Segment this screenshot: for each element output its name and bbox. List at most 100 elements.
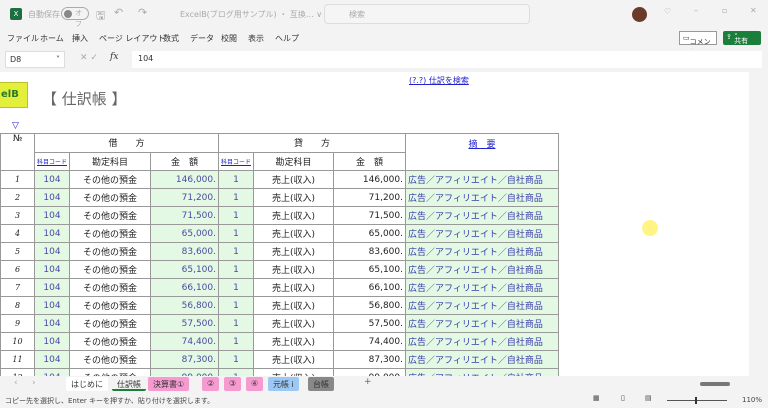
menu-help[interactable]: ヘルプ <box>275 33 299 44</box>
share-button[interactable]: ⇪ 共有 ˅ <box>723 31 761 45</box>
summary[interactable]: 広告／アフィリエイト／自社商品 <box>405 332 559 351</box>
zoom-level[interactable]: 110% <box>742 396 762 404</box>
debit-account[interactable]: その他の預金 <box>69 188 151 207</box>
credit-code[interactable]: 1 <box>218 260 254 279</box>
tab-scroll-left-icon[interactable]: ‹ <box>14 378 18 388</box>
cancel-icon[interactable]: ✕ ✓ <box>80 53 98 63</box>
debit-amount[interactable]: 66,100. <box>150 278 219 297</box>
close-icon[interactable]: ✕ <box>750 6 757 15</box>
credit-amount[interactable]: 99,000. <box>333 368 406 376</box>
credit-code[interactable]: 1 <box>218 296 254 315</box>
credit-account[interactable]: 売上(収入) <box>253 296 334 315</box>
header-credit-code[interactable]: 科目コード <box>218 151 254 171</box>
menu-file[interactable]: ファイル <box>7 33 39 44</box>
autosave-toggle[interactable]: オフ <box>61 7 89 28</box>
menu-formulas[interactable]: 数式 <box>163 33 179 44</box>
sheet-tab[interactable]: 元帳 i <box>268 377 299 391</box>
row-number[interactable]: 5 <box>0 242 35 261</box>
summary[interactable]: 広告／アフィリエイト／自社商品 <box>405 170 559 189</box>
credit-account[interactable]: 売上(収入) <box>253 206 334 225</box>
credit-account[interactable]: 売上(収入) <box>253 278 334 297</box>
page-break-icon[interactable]: ▤ <box>645 394 652 402</box>
debit-code[interactable]: 104 <box>34 188 70 207</box>
menu-data[interactable]: データ <box>190 33 214 44</box>
summary[interactable]: 広告／アフィリエイト／自社商品 <box>405 278 559 297</box>
credit-amount[interactable]: 83,600. <box>333 242 406 261</box>
header-summary[interactable]: 摘 要 <box>405 133 559 171</box>
page-layout-icon[interactable]: ▯ <box>621 394 625 402</box>
credit-account[interactable]: 売上(収入) <box>253 170 334 189</box>
debit-code[interactable]: 104 <box>34 170 70 189</box>
debit-account[interactable]: その他の預金 <box>69 206 151 225</box>
debit-amount[interactable]: 87,300. <box>150 350 219 369</box>
row-number[interactable]: 8 <box>0 296 35 315</box>
debit-amount[interactable]: 83,600. <box>150 242 219 261</box>
summary[interactable]: 広告／アフィリエイト／自社商品 <box>405 314 559 333</box>
summary[interactable]: 広告／アフィリエイト／自社商品 <box>405 350 559 369</box>
menu-view[interactable]: 表示 <box>248 33 264 44</box>
menu-review[interactable]: 校閲 <box>221 33 237 44</box>
credit-code[interactable]: 1 <box>218 278 254 297</box>
credit-account[interactable]: 売上(収入) <box>253 350 334 369</box>
row-number[interactable]: 6 <box>0 260 35 279</box>
tab-scroll-right-icon[interactable]: › <box>32 378 36 388</box>
debit-code[interactable]: 104 <box>34 278 70 297</box>
credit-amount[interactable]: 71,200. <box>333 188 406 207</box>
debit-code[interactable]: 104 <box>34 350 70 369</box>
menu-page-layout[interactable]: ページ レイアウト <box>99 33 165 44</box>
debit-account[interactable]: その他の預金 <box>69 278 151 297</box>
credit-account[interactable]: 売上(収入) <box>253 188 334 207</box>
debit-code[interactable]: 104 <box>34 224 70 243</box>
row-number[interactable]: 2 <box>0 188 35 207</box>
menu-home[interactable]: ホーム <box>40 33 64 44</box>
row-number[interactable]: 7 <box>0 278 35 297</box>
debit-amount[interactable]: 146,000. <box>150 170 219 189</box>
document-title[interactable]: ExcelB(ブログ用サンプル) ・ 互換… ∨ <box>180 9 322 20</box>
debit-amount[interactable]: 56,800. <box>150 296 219 315</box>
summary[interactable]: 広告／アフィリエイト／自社商品 <box>405 188 559 207</box>
vertical-scrollbar[interactable] <box>749 72 756 376</box>
comment-button[interactable]: ▭コメント <box>679 31 717 56</box>
credit-amount[interactable]: 146,000. <box>333 170 406 189</box>
debit-account[interactable]: その他の預金 <box>69 296 151 315</box>
credit-amount[interactable]: 65,100. <box>333 260 406 279</box>
filter-icon[interactable]: ▽ <box>12 121 19 131</box>
lightbulb-icon[interactable]: ♡ <box>664 7 671 16</box>
credit-amount[interactable]: 66,100. <box>333 278 406 297</box>
credit-account[interactable]: 売上(収入) <box>253 368 334 376</box>
avatar[interactable] <box>632 7 647 22</box>
search-entries-link[interactable]: (?.?) 仕訳を検索 <box>409 75 469 86</box>
credit-code[interactable]: 1 <box>218 350 254 369</box>
sheet-tab[interactable]: 仕訳帳 <box>112 377 146 391</box>
sheet-tab[interactable]: 決算書① <box>148 377 190 391</box>
summary[interactable]: 広告／アフィリエイト／自社商品 <box>405 368 559 376</box>
credit-amount[interactable]: 71,500. <box>333 206 406 225</box>
credit-account[interactable]: 売上(収入) <box>253 314 334 333</box>
credit-account[interactable]: 売上(収入) <box>253 260 334 279</box>
credit-account[interactable]: 売上(収入) <box>253 224 334 243</box>
summary[interactable]: 広告／アフィリエイト／自社商品 <box>405 224 559 243</box>
credit-code[interactable]: 1 <box>218 332 254 351</box>
credit-account[interactable]: 売上(収入) <box>253 242 334 261</box>
summary[interactable]: 広告／アフィリエイト／自社商品 <box>405 242 559 261</box>
minimize-icon[interactable]: – <box>694 6 698 15</box>
row-number[interactable]: 9 <box>0 314 35 333</box>
debit-account[interactable]: その他の預金 <box>69 368 151 376</box>
debit-amount[interactable]: 71,500. <box>150 206 219 225</box>
credit-code[interactable]: 1 <box>218 314 254 333</box>
restore-icon[interactable]: ▫ <box>722 6 727 15</box>
debit-code[interactable]: 104 <box>34 260 70 279</box>
credit-code[interactable]: 1 <box>218 242 254 261</box>
credit-code[interactable]: 1 <box>218 170 254 189</box>
debit-code[interactable]: 104 <box>34 368 70 376</box>
sheet-tab[interactable]: ④ <box>246 377 264 391</box>
debit-amount[interactable]: 65,000. <box>150 224 219 243</box>
normal-view-icon[interactable]: ▦ <box>593 394 600 402</box>
add-sheet-icon[interactable]: + <box>364 377 372 387</box>
sheet-tab[interactable]: ② <box>202 377 220 391</box>
sheet-tab[interactable]: 台帳 <box>308 377 334 391</box>
function-icon[interactable]: fx <box>110 52 118 62</box>
summary[interactable]: 広告／アフィリエイト／自社商品 <box>405 296 559 315</box>
debit-amount[interactable]: 99,000. <box>150 368 219 376</box>
debit-account[interactable]: その他の預金 <box>69 260 151 279</box>
